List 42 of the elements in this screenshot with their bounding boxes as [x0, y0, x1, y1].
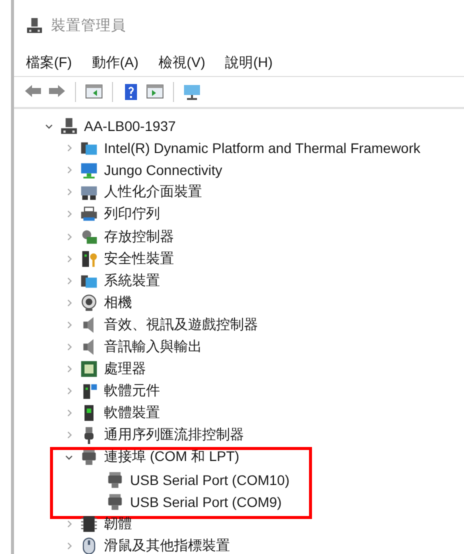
tree-item[interactable]: AA-LB00-1937	[84, 118, 176, 134]
webcam-icon	[80, 294, 98, 312]
tree-item[interactable]: 安全性裝置	[104, 250, 174, 268]
storage-icon	[80, 228, 98, 246]
tree-item[interactable]: USB Serial Port (COM10)	[130, 472, 290, 488]
tree-item[interactable]: 韌體	[104, 514, 132, 533]
tree-item[interactable]: 連接埠 (COM 和 LPT)	[104, 448, 240, 466]
chip-icon	[80, 514, 98, 533]
tree-item[interactable]: 處理器	[104, 360, 146, 378]
panel-icon[interactable]	[85, 83, 103, 101]
printer-icon	[80, 205, 98, 224]
tree-item[interactable]: 存放控制器	[104, 228, 174, 246]
tree-item[interactable]: 軟體裝置	[104, 404, 160, 422]
tree-item[interactable]: 音效、視訊及遊戲控制器	[104, 316, 258, 334]
tree-item[interactable]: 滑鼠及其他指標裝置	[104, 536, 230, 554]
tree-item[interactable]: 通用序列匯流排控制器	[104, 426, 244, 444]
help-icon[interactable]	[122, 83, 140, 101]
mouse-icon	[80, 536, 98, 554]
chip-icon	[80, 360, 98, 378]
port-connector-icon	[106, 492, 124, 511]
menu-item[interactable]: 檢視(V)	[158, 52, 206, 74]
tree-item[interactable]: USB Serial Port (COM9)	[130, 494, 282, 510]
menu-item[interactable]: 說明(H)	[225, 52, 273, 74]
network-icon	[80, 161, 98, 180]
port-connector-icon	[80, 448, 98, 466]
tree-item[interactable]: 音訊輸入與輸出	[104, 338, 202, 356]
monitor-icon[interactable]	[183, 83, 201, 101]
computer-icon	[60, 117, 78, 136]
tree-item[interactable]: 人性化介面裝置	[104, 183, 202, 202]
tree-item[interactable]: 相機	[104, 294, 132, 312]
menu-item[interactable]: 檔案(F)	[26, 52, 72, 74]
port-connector-icon	[106, 470, 124, 489]
tree-item[interactable]: 系統裝置	[104, 272, 160, 290]
tree-item[interactable]: 軟體元件	[104, 382, 160, 400]
tree-item[interactable]: 列印佇列	[104, 205, 160, 224]
window-title: 裝置管理員	[51, 16, 126, 34]
key-icon	[80, 250, 98, 268]
tree-item[interactable]: Intel(R) Dynamic Platform and Thermal Framework	[104, 140, 420, 156]
menu-item[interactable]: 動作(A)	[92, 52, 139, 74]
computer-icon	[26, 16, 43, 34]
panel-icon[interactable]	[146, 83, 164, 101]
tree-item[interactable]: Jungo Connectivity	[104, 162, 222, 178]
